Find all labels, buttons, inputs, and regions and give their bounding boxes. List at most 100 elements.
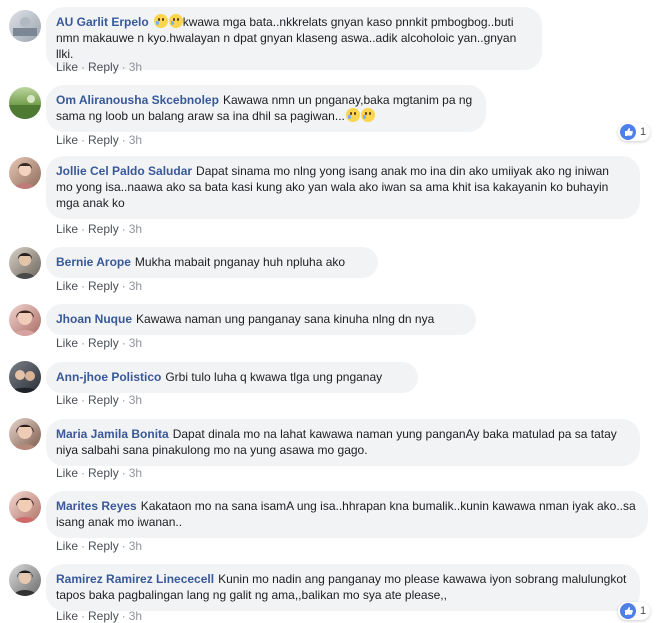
reply-link[interactable]: Reply	[88, 222, 119, 236]
timestamp[interactable]: 3h	[129, 222, 142, 236]
like-link[interactable]: Like	[56, 336, 78, 350]
reply-link[interactable]: Reply	[88, 133, 119, 147]
comment-bubble: Jhoan Nuque Kawawa naman ung panganay san…	[46, 304, 476, 335]
avatar[interactable]	[9, 157, 41, 189]
comment-bubble: Jollie Cel Paldo Saludar Dapat sinama mo …	[46, 156, 640, 219]
separator: ·	[81, 133, 86, 147]
timestamp[interactable]: 3h	[129, 393, 142, 407]
separator: ·	[121, 279, 126, 293]
timestamp[interactable]: 3h	[129, 133, 142, 147]
timestamp[interactable]: 3h	[129, 279, 142, 293]
comment-author[interactable]: Jollie Cel Paldo Saludar	[56, 164, 192, 178]
avatar-image	[14, 570, 36, 596]
separator: ·	[121, 336, 126, 350]
like-link[interactable]: Like	[56, 222, 78, 236]
timestamp[interactable]: 3h	[129, 60, 142, 74]
avatar-image	[13, 17, 37, 36]
reply-link[interactable]: Reply	[88, 279, 119, 293]
comment-actions: Like · Reply · 3h	[56, 222, 142, 236]
avatar[interactable]	[9, 361, 41, 393]
avatar-image	[15, 253, 35, 279]
avatar-image	[14, 497, 36, 523]
separator: ·	[81, 336, 86, 350]
comment-bubble: Marites Reyes Kakataon mo na sana isamA u…	[46, 491, 648, 538]
comment-actions: Like · Reply · 3h	[56, 539, 142, 553]
separator: ·	[121, 609, 126, 623]
like-link[interactable]: Like	[56, 539, 78, 553]
comment-bubble: Ramirez Ramirez Linececell Kunin mo nadin…	[46, 564, 640, 611]
like-link[interactable]: Like	[56, 609, 78, 623]
reaction-number: 1	[640, 605, 647, 617]
reply-link[interactable]: Reply	[88, 336, 119, 350]
like-link[interactable]: Like	[56, 279, 78, 293]
comment-actions: Like · Reply · 3h	[56, 133, 142, 147]
avatar-image	[9, 95, 41, 119]
comment-actions: Like · Reply · 3h	[56, 279, 142, 293]
reply-link[interactable]: Reply	[88, 539, 119, 553]
separator: ·	[81, 539, 86, 553]
separator: ·	[81, 60, 86, 74]
timestamp[interactable]: 3h	[129, 336, 142, 350]
separator: ·	[121, 393, 126, 407]
comment-bubble: Om Aliranousha Skcebnolep Kawawa nmn un p…	[46, 85, 486, 132]
comment-author[interactable]: Maria Jamila Bonita	[56, 427, 169, 441]
reaction-count[interactable]: 1	[618, 602, 651, 620]
separator: ·	[121, 60, 126, 74]
comment-bubble: Bernie Arope Mukha mabait pnganay huh npl…	[46, 247, 378, 278]
crying-emoji-icon	[345, 108, 360, 122]
separator: ·	[121, 222, 126, 236]
crying-emoji-icon	[153, 14, 168, 28]
comment-author[interactable]: Ramirez Ramirez Linececell	[56, 572, 214, 586]
avatar-image	[14, 310, 36, 336]
comment-text: Grbi tulo luha q kwawa tlga ung pnganay	[165, 370, 383, 384]
comment-actions: Like · Reply · 3h	[56, 609, 142, 623]
separator: ·	[121, 539, 126, 553]
comment-bubble: Maria Jamila Bonita Dapat dinala mo na la…	[46, 419, 640, 466]
like-link[interactable]: Like	[56, 133, 78, 147]
like-link[interactable]: Like	[56, 466, 78, 480]
comment-actions: Like · Reply · 3h	[56, 466, 142, 480]
separator: ·	[81, 393, 86, 407]
comment-bubble: Ann-jhoe Polistico Grbi tulo luha q kwawa…	[46, 362, 418, 393]
reaction-number: 1	[640, 126, 647, 138]
comment-text: Mukha mabait pnganay huh npluha ako	[134, 255, 346, 269]
comment-text: Kawawa naman ung panganay sana kinuha nl…	[136, 312, 435, 326]
comment-author[interactable]: Bernie Arope	[56, 255, 131, 269]
crying-emoji-icon	[360, 108, 375, 122]
avatar[interactable]	[9, 418, 41, 450]
timestamp[interactable]: 3h	[129, 466, 142, 480]
comment-author[interactable]: Om Aliranousha Skcebnolep	[56, 93, 219, 107]
avatar[interactable]	[9, 564, 41, 596]
timestamp[interactable]: 3h	[129, 609, 142, 623]
avatar[interactable]	[9, 10, 41, 42]
comment-author[interactable]: Ann-jhoe Polistico	[56, 370, 161, 384]
comment-actions: Like · Reply · 3h	[56, 60, 142, 74]
comment-actions: Like · Reply · 3h	[56, 393, 142, 407]
separator: ·	[121, 133, 126, 147]
comment-actions: Like · Reply · 3h	[56, 336, 142, 350]
reaction-count[interactable]: 1	[618, 123, 651, 141]
reply-link[interactable]: Reply	[88, 393, 119, 407]
reply-link[interactable]: Reply	[88, 609, 119, 623]
like-link[interactable]: Like	[56, 393, 78, 407]
reply-link[interactable]: Reply	[88, 60, 119, 74]
separator: ·	[81, 222, 86, 236]
like-link[interactable]: Like	[56, 60, 78, 74]
comment-author[interactable]: Marites Reyes	[56, 499, 137, 513]
separator: ·	[81, 609, 86, 623]
avatar-image	[14, 424, 36, 450]
comment-text: Kakataon mo na sana isamA ung isa..hhrap…	[56, 499, 636, 529]
timestamp[interactable]: 3h	[129, 539, 142, 553]
avatar-image	[11, 370, 39, 393]
like-reaction-icon	[620, 124, 636, 140]
reply-link[interactable]: Reply	[88, 466, 119, 480]
avatar[interactable]	[9, 304, 41, 336]
separator: ·	[81, 466, 86, 480]
avatar[interactable]	[9, 87, 41, 119]
separator: ·	[121, 466, 126, 480]
comment-author[interactable]: AU Garlit Erpelo	[56, 15, 149, 29]
avatar[interactable]	[9, 247, 41, 279]
comment-author[interactable]: Jhoan Nuque	[56, 312, 132, 326]
avatar[interactable]	[9, 491, 41, 523]
separator: ·	[81, 279, 86, 293]
